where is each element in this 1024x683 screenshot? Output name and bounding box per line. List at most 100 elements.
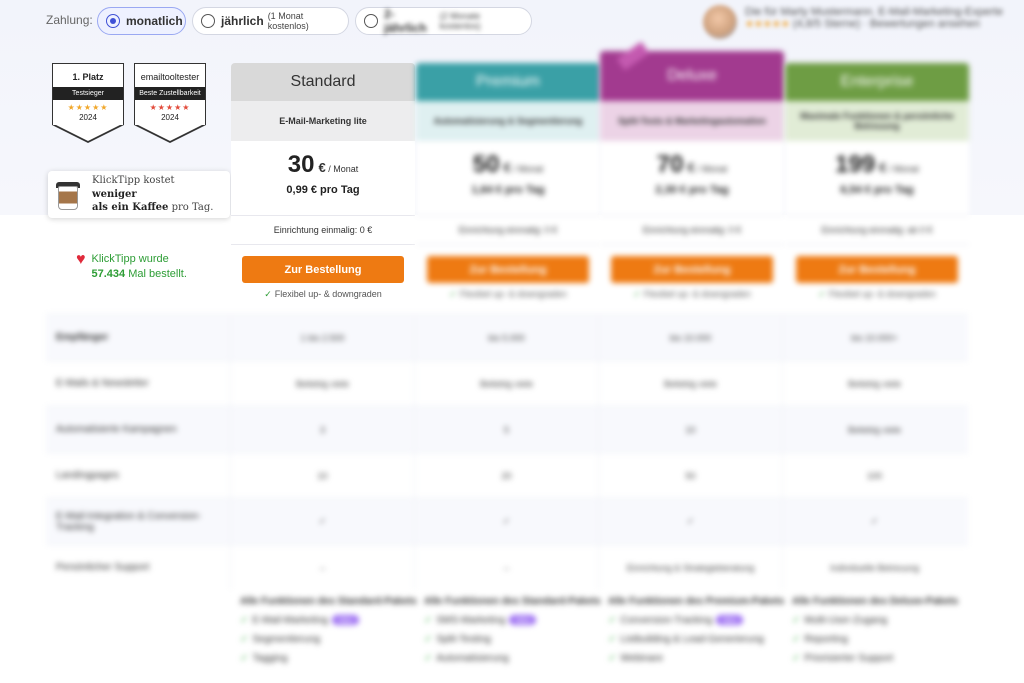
payment-option-label: monatlich [126,14,183,28]
payment-option-monthly[interactable]: monatlich [97,7,186,35]
new-tag: neu [509,615,537,625]
review-summary[interactable]: Die für Marty Mustermann. E-Mail-Marketi… [745,6,1003,30]
check-icon: ✓ [240,634,249,645]
price-amount: 70 [656,151,684,178]
list-item: Alle Funktionen des Premium-Pakets [608,596,785,607]
feature-value: Einrichtung & Strategieberatung [598,545,782,590]
feature-value: bis 5.000 [414,315,598,360]
list-item: Alle Funktionen des Deluxe-Pakets [792,596,959,607]
check-icon: ✓ [608,634,617,645]
feature-value: 20 [414,453,598,498]
feature-list-standard: Alle Funktionen des Standard-Pakets ✓ E-M… [230,596,417,672]
coffee-comparison-card: KlickTipp kostet weniger als ein Kaffee … [48,171,230,218]
plan-subtitle: Automatisierung & Segmentierung [416,101,600,141]
check-icon: ✓ [240,653,249,664]
order-count: 57.434 [91,268,126,281]
feature-list-enterprise: Alle Funktionen des Deluxe-Pakets ✓ Multi… [782,596,966,672]
coffee-cup-icon [56,180,80,210]
setup-fee: Einrichtung einmalig: 0 € [231,215,415,245]
coffee-comparison-text: KlickTipp kostet weniger als ein Kaffee … [92,175,214,214]
list-item: ✓ Webinare [608,653,664,664]
feature-value: 3 [230,407,414,452]
price-per-day: 6,54 € pro Tag [840,184,914,196]
order-button-enterprise[interactable]: Zur Bestellung [796,256,958,283]
radio-icon[interactable] [364,14,378,28]
setup-fee: Einrichtung einmalig: 0 € [416,215,600,245]
check-icon: ✓ [782,499,966,544]
check-icon: ✓ [449,289,457,299]
list-item: ✓ Segmentierung [240,634,321,645]
feature-value: – [230,545,414,590]
check-icon: ✓ [818,289,826,299]
badge-stars-icon: ★★★★★ [149,103,191,112]
order-count-info: ♥ KlickTipp wurde 57.434 Mal bestellt. [76,252,187,283]
feature-value: 10 [598,407,782,452]
check-icon: ✓ [633,289,641,299]
feature-label: Landingpages [56,470,119,481]
badge-year: 2024 [161,113,179,122]
check-icon: ✓ [424,653,433,664]
order-button-standard[interactable]: Zur Bestellung [242,256,404,283]
award-badge-emailtooltester: emailtooltester Beste Zustellbarkeit ★★★… [134,63,206,143]
feature-value: Beliebig viele [414,361,598,406]
table-row: Persönlicher Support – – Einrichtung & S… [46,544,968,590]
table-row: Automatisierte Kampagnen 3 5 10 Beliebig… [46,406,968,452]
feature-value: Beliebig viele [598,361,782,406]
flexible-note: ✓ Flexibel up- & downgraden [449,289,567,299]
price-currency: € [318,160,326,175]
plan-enterprise: Enterprise Maximale Funktionen & persönl… [785,63,969,313]
price-per-day: 0,99 € pro Tag [286,184,360,196]
price-amount: 50 [472,151,500,178]
new-tag: neu [716,615,744,625]
list-item: Alle Funktionen des Standard-Pakets [424,596,601,607]
badge-title: 1. Platz [72,72,104,82]
feature-label: Automatisierte Kampagnen [56,424,177,435]
plan-subtitle: Maximale Funktionen & persönliche Betreu… [785,101,969,141]
list-item: ✓ E-Mail-Marketing neu [240,615,414,626]
payment-option-yearly[interactable]: jährlich (1 Monat kostenlos) [192,7,349,35]
award-badge-testsieger: 1. Platz Testsieger ★★★★★ 2024 [52,63,124,143]
feature-value: – [414,545,598,590]
plan-price: 199 € / Monat 6,54 € pro Tag [785,141,969,215]
feature-value: bis 10.000 [598,315,782,360]
check-icon: ✓ [792,634,801,645]
price-amount: 30 [287,151,315,178]
list-item: ✓ SMS-Marketing neu [424,615,598,626]
feature-value: Individuelle Betreuung [782,545,966,590]
flexible-note: ✓ Flexibel up- & downgraden [264,289,382,299]
feature-label: E-Mails & Newsletter [56,378,149,389]
check-icon: ✓ [230,499,414,544]
feature-label: Empfänger [56,332,109,343]
payment-option-biennial[interactable]: 2-jährlich (2 Monate kostenlos) [355,7,532,35]
list-item: ✓ Listbuilding & Lead-Generierung [608,634,764,645]
feature-value: Beliebig viele [230,361,414,406]
feature-value: 5 [414,407,598,452]
new-tag: neu [331,615,359,625]
check-icon: ✓ [598,499,782,544]
check-icon: ✓ [792,615,801,626]
table-row: E-Mail-Integration & Conversion-Tracking… [46,498,968,544]
feature-value: bis 10.000+ [782,315,966,360]
radio-selected-icon[interactable] [106,14,120,28]
table-row: E-Mails & Newsletter Beliebig viele Beli… [46,360,968,406]
list-item: ✓ Multi-User-Zugang [792,615,888,626]
check-icon: ✓ [792,653,801,664]
radio-icon[interactable] [201,14,215,28]
badge-band: Beste Zustellbarkeit [135,87,205,100]
check-icon: ✓ [424,634,433,645]
feature-label: Persönlicher Support [56,562,150,573]
price-per-day: 2,30 € pro Tag [655,184,729,196]
order-button-premium[interactable]: Zur Bestellung [427,256,589,283]
price-per-day: 1,64 € pro Tag [471,184,545,196]
flexible-note: ✓ Flexibel up- & downgraden [633,289,751,299]
payment-label: Zahlung: [46,13,93,27]
review-rating-text: (4,8/5 Sterne) · Bewertungen ansehen [792,18,981,30]
list-item: ✓ Priorisierter Support [792,653,894,664]
badge-band: Testsieger [53,87,123,100]
order-button-deluxe[interactable]: Zur Bestellung [611,256,773,283]
feature-value: 1 bis 2.500 [230,315,414,360]
plan-feature-lists: Alle Funktionen des Standard-Pakets ✓ E-M… [230,596,968,672]
payment-option-note: (2 Monate kostenlos) [439,11,481,31]
check-icon: ✓ [608,615,617,626]
heart-icon: ♥ [76,251,86,268]
